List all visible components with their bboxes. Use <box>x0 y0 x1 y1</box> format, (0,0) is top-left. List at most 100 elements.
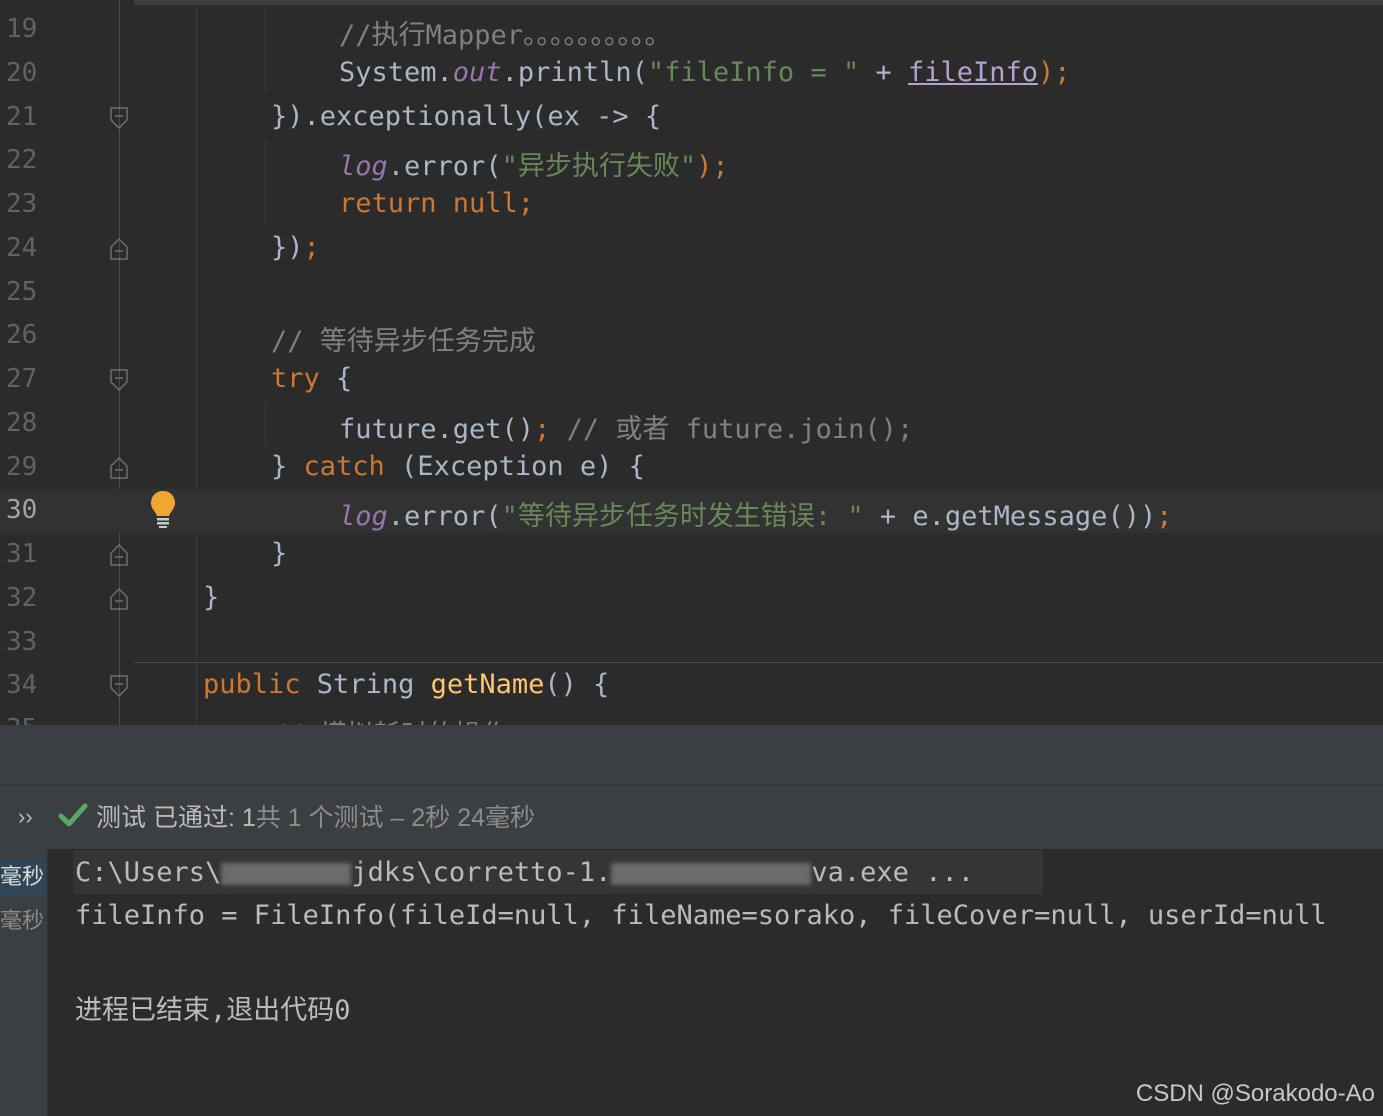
cmd-suffix: va.exe ... <box>811 857 974 888</box>
test-status-detail: 共 1 个测试 – 2秒 24毫秒 <box>255 804 535 832</box>
test-status-main: 测试 已通过: 1 <box>96 804 256 832</box>
test-status-text: 测试 已通过: 1共 1 个测试 – 2秒 24毫秒 <box>96 798 535 834</box>
line-number: 29 <box>6 452 38 482</box>
code-line-current[interactable]: 30 log.error("等待异步任务时发生错误: " + e.getMess… <box>0 489 1383 533</box>
code-token: }) <box>271 232 304 263</box>
code-editor[interactable]: 19 //执行Mapper。。。。。。。。。。 20 System.out.pr… <box>0 0 1383 725</box>
test-tree-item[interactable]: 毫秒 <box>0 903 44 935</box>
code-token: } <box>271 538 288 569</box>
code-line[interactable]: 27 try { <box>0 358 1383 402</box>
code-token: // 或者 future.join(); <box>550 414 914 445</box>
code-token: // 等待异步任务完成 <box>271 326 536 357</box>
code-text: try { <box>271 363 352 394</box>
code-line[interactable]: 29 } catch (Exception e) { <box>0 446 1383 490</box>
redacted-block <box>221 862 352 885</box>
code-line[interactable]: 34 public String getName() { <box>0 664 1383 708</box>
code-token: public <box>203 669 317 700</box>
code-text: public String getName() { <box>203 669 609 700</box>
code-token: try <box>271 363 320 394</box>
fold-start-icon[interactable] <box>109 106 129 130</box>
code-token: "fileInfo = " <box>647 57 860 88</box>
test-tree-panel: 毫秒 毫秒 <box>0 849 48 1116</box>
code-token: .println( <box>501 57 648 88</box>
code-text: // 模拟耗时的操作 <box>271 713 509 725</box>
line-number: 21 <box>6 102 38 132</box>
fold-end-icon[interactable] <box>109 456 129 480</box>
code-line[interactable]: 33 <box>0 621 1383 665</box>
code-text: //执行Mapper。。。。。。。。。。 <box>339 13 672 52</box>
line-number: 30 <box>6 495 38 525</box>
cmd-mid: jdks\corretto-1. <box>351 857 612 888</box>
tool-window-header <box>0 725 1383 785</box>
code-text: log.error("等待异步任务时发生错误: " + e.getMessage… <box>339 494 1172 533</box>
redacted-block <box>611 862 812 885</box>
code-token: log <box>339 501 388 532</box>
code-token: } <box>271 451 304 482</box>
fold-end-icon[interactable] <box>109 237 129 261</box>
line-number: 28 <box>6 408 38 438</box>
expand-panel-button[interactable]: ›› <box>18 804 33 830</box>
console-command-line: C:\Users\ jdks\corretto-1. va.exe ... <box>75 857 974 888</box>
line-number: 32 <box>6 583 38 613</box>
lightbulb-icon[interactable] <box>148 489 178 529</box>
code-token: //执行Mapper。。。。。。。。。。 <box>339 20 672 51</box>
line-number: 24 <box>6 233 38 263</box>
code-token: () { <box>544 669 610 700</box>
code-text: future.get(); // 或者 future.join(); <box>339 407 913 446</box>
code-line[interactable]: 22 log.error("异步执行失败"); <box>0 139 1383 183</box>
code-token: "异步执行失败" <box>501 151 697 182</box>
code-token: getName <box>430 669 545 700</box>
code-token: ; <box>303 232 320 263</box>
code-text: return null; <box>339 188 534 219</box>
fold-start-icon[interactable] <box>109 368 129 392</box>
code-line[interactable]: 32 } <box>0 577 1383 621</box>
code-token: } <box>203 582 220 613</box>
code-line[interactable]: 25 <box>0 271 1383 315</box>
code-token: (Exception e) { <box>384 451 645 482</box>
code-token: fileInfo <box>908 57 1039 88</box>
code-text: }).exceptionally(ex -> { <box>271 101 661 132</box>
line-number: 33 <box>6 627 38 657</box>
code-token: log <box>339 151 388 182</box>
code-token: String <box>316 669 431 700</box>
line-number: 19 <box>6 14 38 44</box>
line-number: 26 <box>6 320 38 350</box>
code-line[interactable]: 26 // 等待异步任务完成 <box>0 314 1383 358</box>
code-text: } <box>271 538 287 569</box>
code-token: ); <box>696 151 729 182</box>
line-number: 23 <box>6 189 38 219</box>
line-number: 34 <box>6 670 38 700</box>
code-line[interactable]: 20 System.out.println("fileInfo = " + fi… <box>0 52 1383 96</box>
test-passed-check-icon <box>58 803 88 827</box>
code-token: catch <box>303 451 385 482</box>
code-line[interactable]: 24 }); <box>0 227 1383 271</box>
test-tree-item-selected[interactable]: 毫秒 <box>0 859 46 895</box>
code-token: "等待异步任务时发生错误: " <box>501 501 864 532</box>
code-token: ); <box>1038 57 1071 88</box>
fold-end-icon[interactable] <box>109 543 129 567</box>
code-text: } catch (Exception e) { <box>271 451 645 482</box>
code-line[interactable]: 19 //执行Mapper。。。。。。。。。。 <box>0 8 1383 52</box>
line-number: 25 <box>6 277 38 307</box>
code-token: out <box>452 57 502 88</box>
cmd-prefix: C:\Users\ <box>75 857 222 888</box>
watermark: CSDN @Sorakodo-Ao <box>1135 1080 1375 1107</box>
line-number: 22 <box>6 145 38 175</box>
line-number: 20 <box>6 58 38 88</box>
editor-top-strip <box>0 0 1383 5</box>
code-token: }).exceptionally(ex -> { <box>271 101 662 132</box>
console-exit-line: 进程已结束,退出代码0 <box>75 995 351 1026</box>
code-token: + e.getMessage()) <box>863 501 1157 532</box>
test-results-bar: ›› 测试 已通过: 1共 1 个测试 – 2秒 24毫秒 <box>0 785 1383 849</box>
run-console[interactable]: 毫秒 毫秒 C:\Users\ jdks\corretto-1. va.exe ..… <box>0 849 1383 1116</box>
code-text: System.out.println("fileInfo = " + fileI… <box>339 57 1071 88</box>
code-line[interactable]: 31 } <box>0 533 1383 577</box>
line-number: 27 <box>6 364 38 394</box>
code-line[interactable]: 23 return null; <box>0 183 1383 227</box>
code-line[interactable]: 28 future.get(); // 或者 future.join(); <box>0 402 1383 446</box>
code-line[interactable]: 35 // 模拟耗时的操作 <box>0 708 1383 725</box>
code-line[interactable]: 21 }).exceptionally(ex -> { <box>0 96 1383 140</box>
fold-start-icon[interactable] <box>109 674 129 698</box>
fold-end-icon[interactable] <box>109 587 129 611</box>
code-token: future.get() <box>339 414 535 445</box>
